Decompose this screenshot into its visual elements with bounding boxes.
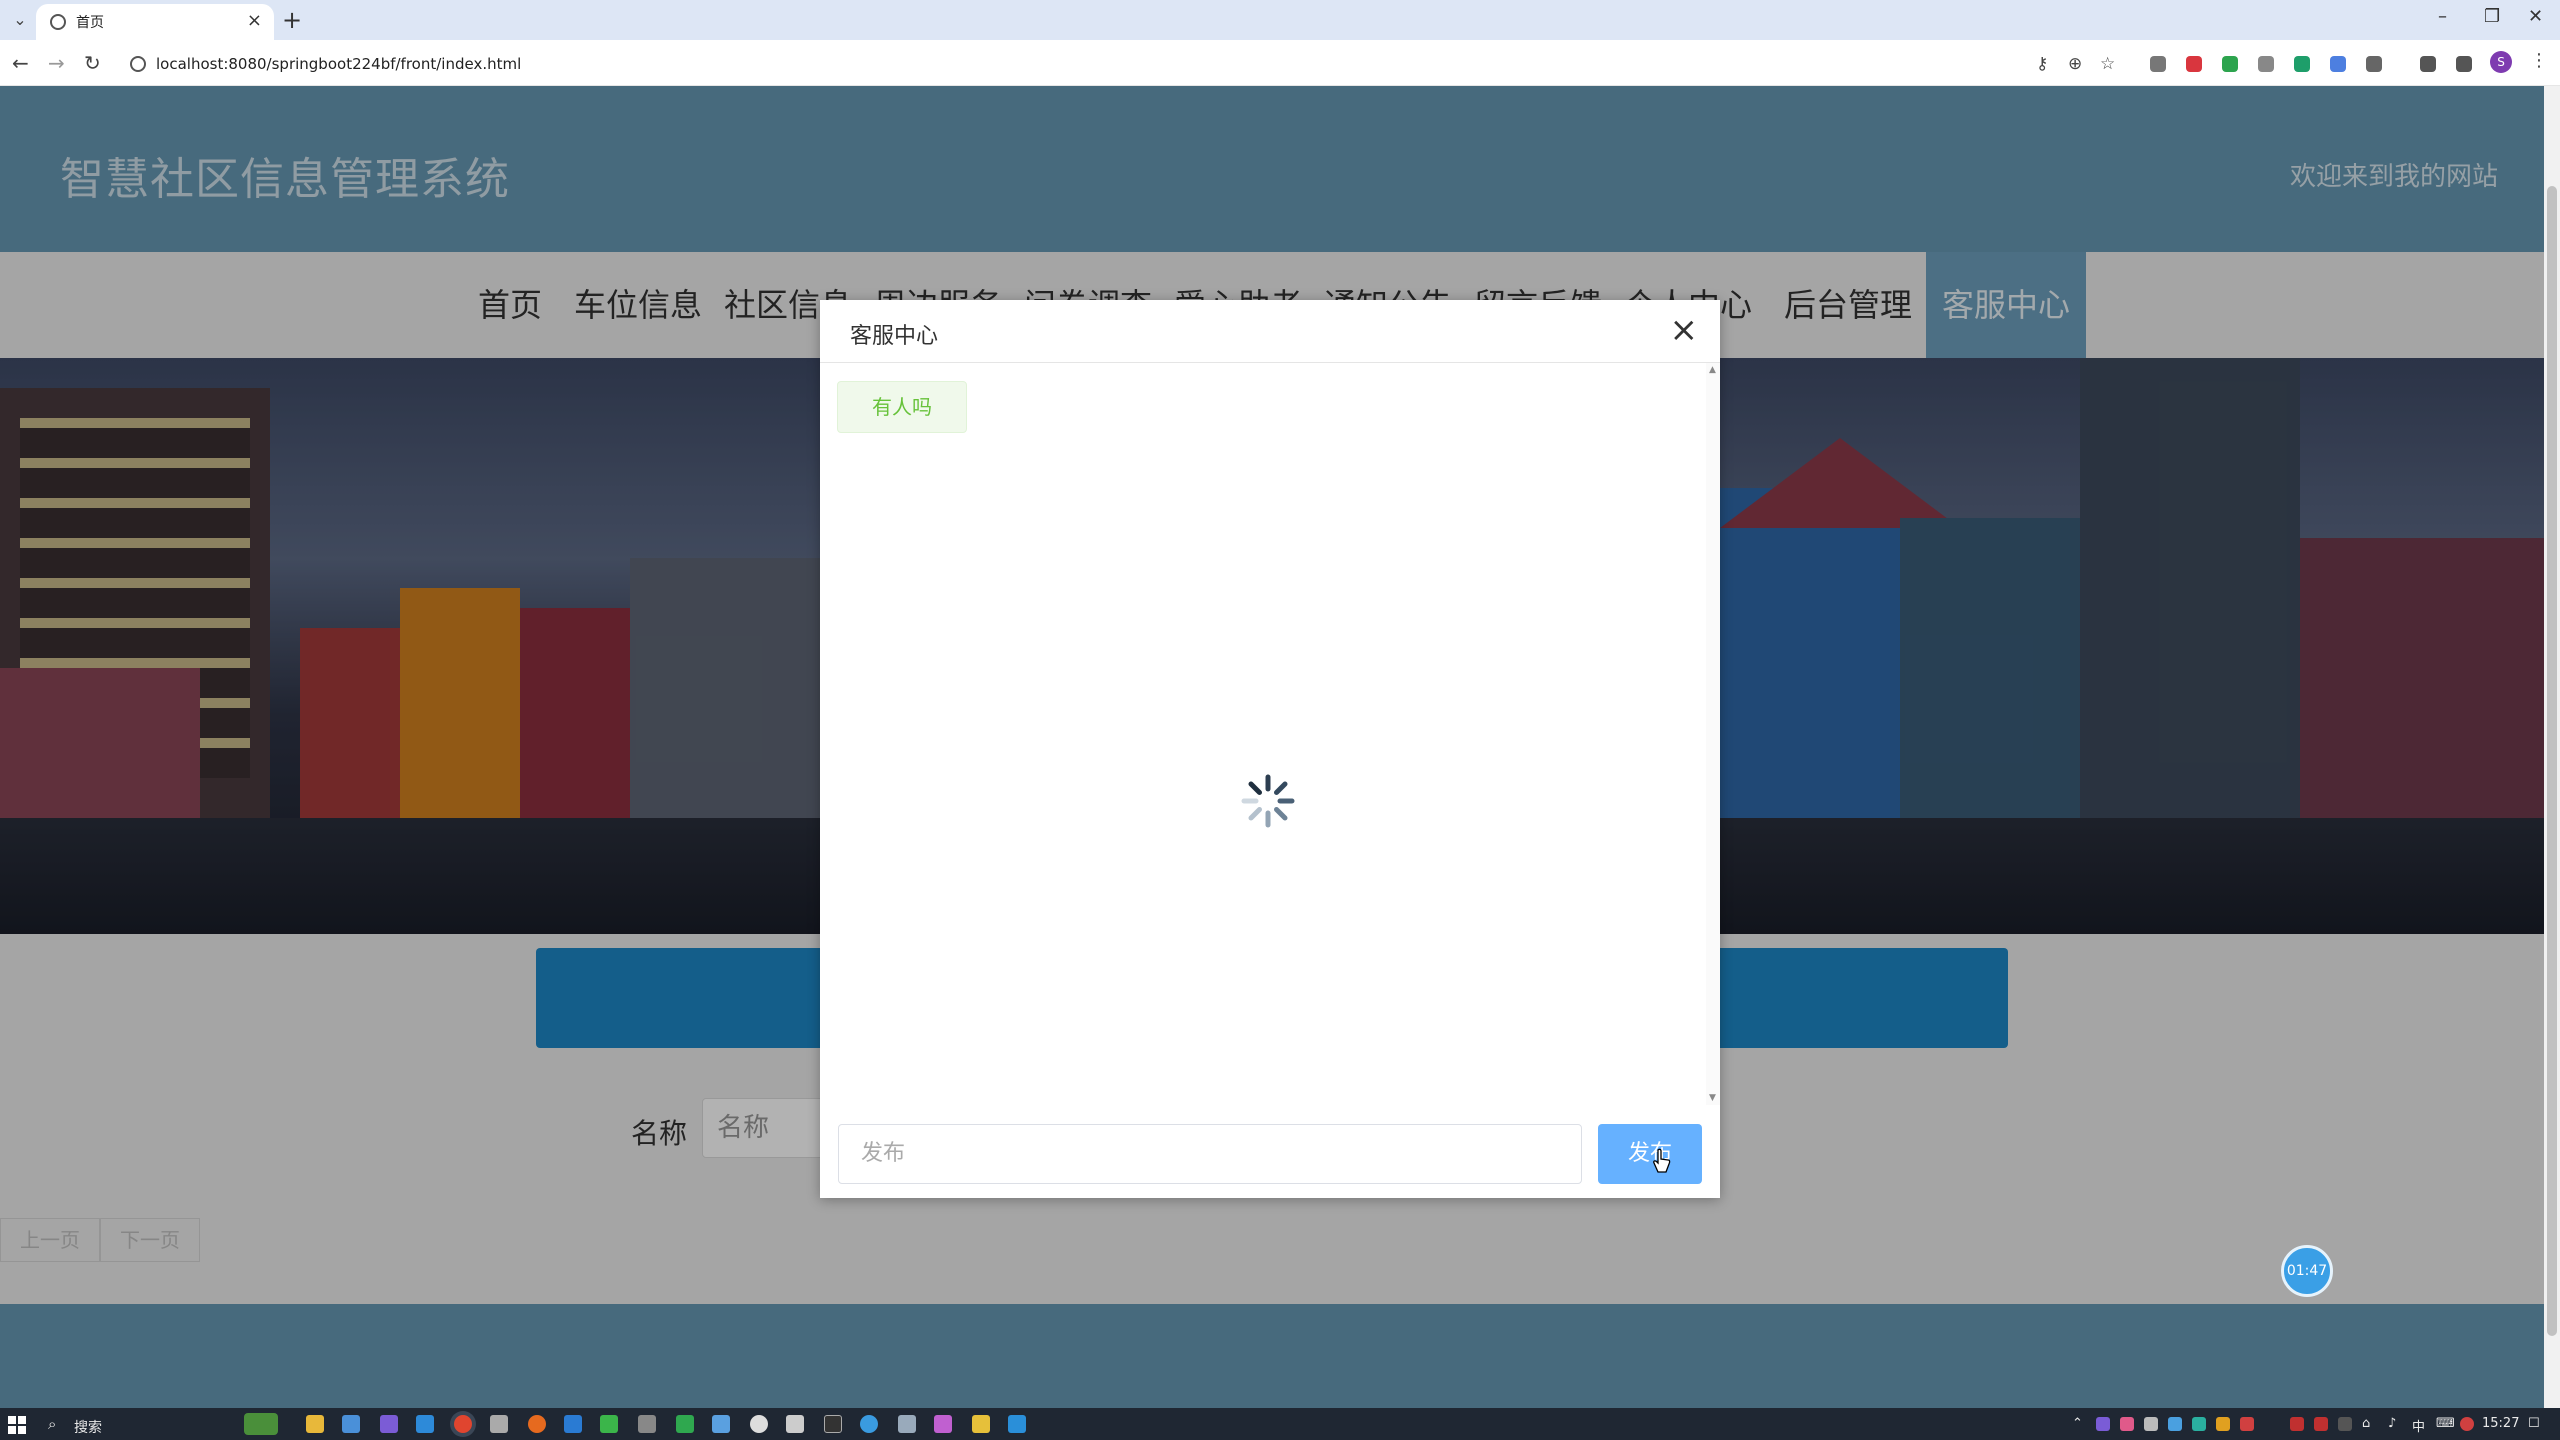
file-explorer-icon[interactable] bbox=[306, 1415, 324, 1433]
volume-icon[interactable]: ♪ bbox=[2388, 1416, 2396, 1431]
page-scrollbar[interactable] bbox=[2544, 86, 2560, 1408]
minimize-icon[interactable]: – bbox=[2438, 6, 2447, 27]
taskbar-app-icon[interactable] bbox=[972, 1415, 990, 1433]
address-bar[interactable]: localhost:8080/springboot224bf/front/ind… bbox=[118, 46, 2115, 82]
taskbar-app-icon[interactable] bbox=[1008, 1415, 1026, 1433]
bookmark-star-icon[interactable]: ☆ bbox=[2100, 54, 2115, 74]
window-close-icon[interactable]: ✕ bbox=[2528, 6, 2543, 27]
close-tab-icon[interactable]: × bbox=[247, 10, 262, 31]
taskbar-app-icon[interactable] bbox=[564, 1415, 582, 1433]
taskbar-app-icon[interactable] bbox=[416, 1415, 434, 1433]
tab-title: 首页 bbox=[76, 15, 104, 31]
chat-message-bubble: 有人吗 bbox=[837, 381, 967, 433]
taskbar-app-icon[interactable] bbox=[786, 1415, 804, 1433]
url-text[interactable]: localhost:8080/springboot224bf/front/ind… bbox=[156, 55, 521, 73]
taskbar-search-label: 搜索 bbox=[74, 1420, 102, 1436]
tray-app-icon[interactable] bbox=[2120, 1417, 2134, 1431]
notification-icon[interactable]: ☐ bbox=[2528, 1416, 2540, 1431]
wechat-icon[interactable] bbox=[600, 1415, 618, 1433]
tray-app-icon[interactable] bbox=[2460, 1417, 2474, 1431]
chat-app-icon[interactable] bbox=[750, 1415, 768, 1433]
customer-service-dialog: 客服中心 × 有人吗 ▲ ▼ 发布 发布 bbox=[820, 300, 1720, 1198]
tray-expand-icon[interactable]: ⌃ bbox=[2072, 1416, 2083, 1431]
message-input[interactable]: 发布 bbox=[838, 1124, 1582, 1184]
ext-green-icon[interactable] bbox=[2222, 56, 2238, 72]
network-icon[interactable]: ⌂ bbox=[2362, 1416, 2370, 1431]
scroll-up-icon[interactable]: ▲ bbox=[1709, 365, 1716, 375]
taskbar-app-icon[interactable] bbox=[380, 1415, 398, 1433]
taskbar-app-icon[interactable] bbox=[676, 1415, 694, 1433]
extensions-icon[interactable] bbox=[2366, 56, 2382, 72]
tray-app-icon[interactable] bbox=[2240, 1417, 2254, 1431]
new-tab-icon[interactable]: + bbox=[282, 6, 302, 34]
chat-message-area[interactable]: 有人吗 bbox=[820, 363, 1710, 1105]
tray-app-icon[interactable] bbox=[2338, 1417, 2352, 1431]
chrome-icon[interactable] bbox=[454, 1415, 472, 1433]
browser-tab[interactable]: 首页 × bbox=[36, 4, 274, 40]
taskbar-app-icon[interactable] bbox=[860, 1415, 878, 1433]
vue-ext-icon[interactable] bbox=[2294, 56, 2310, 72]
download-icon[interactable] bbox=[2420, 56, 2436, 72]
taskbar-app-icon[interactable] bbox=[638, 1415, 656, 1433]
tray-app-icon[interactable] bbox=[2192, 1417, 2206, 1431]
taskbar-app-icon[interactable] bbox=[342, 1415, 360, 1433]
close-icon[interactable]: × bbox=[1670, 310, 1699, 350]
keyboard-icon[interactable]: ⌨ bbox=[2436, 1416, 2455, 1431]
taskbar-search[interactable]: ⌕ 搜索 bbox=[34, 1411, 284, 1437]
windows-taskbar: ⌕ 搜索 ⌃ ⌂ ♪ 中 ⌨ 15:27 ☐ bbox=[0, 1408, 2560, 1440]
zoom-icon[interactable]: ⊕ bbox=[2068, 54, 2082, 74]
screenshot-ext-icon[interactable] bbox=[2150, 56, 2166, 72]
clock-time[interactable]: 15:27 bbox=[2482, 1416, 2519, 1431]
tab-menu-icon[interactable]: ⌄ bbox=[8, 8, 32, 32]
tray-app-icon[interactable] bbox=[2216, 1417, 2230, 1431]
tray-app-icon[interactable] bbox=[2168, 1417, 2182, 1431]
page-favicon-icon bbox=[50, 14, 66, 30]
firefox-icon[interactable] bbox=[528, 1415, 546, 1433]
copy-ext-icon[interactable] bbox=[2258, 56, 2274, 72]
taskbar-app-icon[interactable] bbox=[490, 1415, 508, 1433]
taskbar-app-icon[interactable] bbox=[824, 1415, 842, 1433]
back-icon[interactable]: ← bbox=[12, 50, 29, 76]
search-highlight-icon bbox=[244, 1413, 278, 1435]
profile-avatar[interactable]: S bbox=[2490, 51, 2512, 73]
translate-ext-icon[interactable] bbox=[2330, 56, 2346, 72]
browser-toolbar: ← → ↻ localhost:8080/springboot224bf/fro… bbox=[0, 40, 2560, 86]
dialog-title: 客服中心 bbox=[850, 324, 939, 349]
windows-start-icon[interactable] bbox=[8, 1416, 26, 1434]
tray-app-icon[interactable] bbox=[2096, 1417, 2110, 1431]
shield-ext-icon[interactable] bbox=[2186, 56, 2202, 72]
taskbar-app-icon[interactable] bbox=[934, 1415, 952, 1433]
scrollbar-thumb[interactable] bbox=[2547, 186, 2557, 1336]
sidepanel-icon[interactable] bbox=[2456, 56, 2472, 72]
site-info-icon[interactable] bbox=[130, 56, 146, 72]
browser-menu-icon[interactable]: ⋮ bbox=[2530, 50, 2548, 71]
tray-app-icon[interactable] bbox=[2144, 1417, 2158, 1431]
browser-tab-strip: ⌄ 首页 × + – ❐ ✕ bbox=[0, 0, 2560, 40]
send-button[interactable]: 发布 bbox=[1598, 1124, 1702, 1184]
forward-icon[interactable]: → bbox=[48, 50, 65, 76]
ime-indicator[interactable]: 中 bbox=[2412, 1416, 2425, 1435]
tray-app-icon[interactable] bbox=[2314, 1417, 2328, 1431]
tray-app-icon[interactable] bbox=[2290, 1417, 2304, 1431]
chat-scrollbar[interactable]: ▲ ▼ bbox=[1706, 363, 1720, 1105]
taskbar-app-icon[interactable] bbox=[898, 1415, 916, 1433]
password-key-icon[interactable]: ⚷ bbox=[2036, 54, 2048, 74]
restore-icon[interactable]: ❐ bbox=[2484, 6, 2500, 27]
search-icon: ⌕ bbox=[48, 1415, 57, 1433]
taskbar-app-icon[interactable] bbox=[712, 1415, 730, 1433]
mouse-pointer-icon bbox=[1653, 1148, 1671, 1173]
timer-badge[interactable]: 01:47 bbox=[2281, 1245, 2333, 1297]
loading-spinner-icon bbox=[1241, 774, 1295, 828]
scroll-down-icon[interactable]: ▼ bbox=[1709, 1093, 1716, 1103]
reload-icon[interactable]: ↻ bbox=[84, 50, 101, 76]
